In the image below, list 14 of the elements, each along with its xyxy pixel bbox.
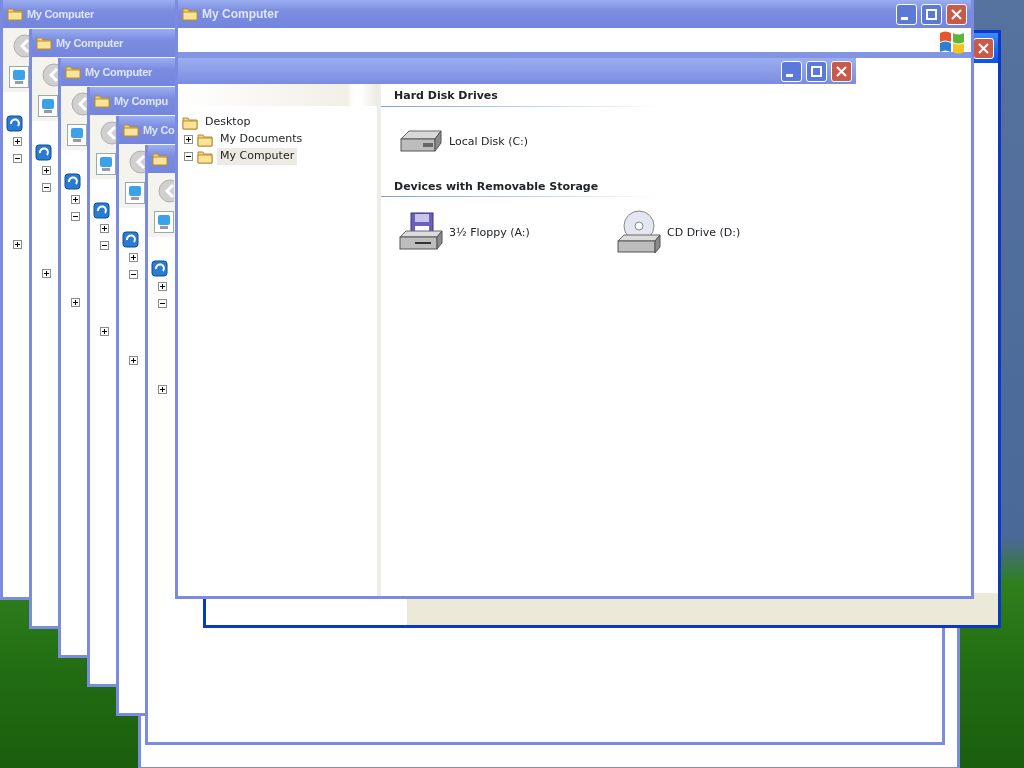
section-heading: Devices with Removable Storage [381,178,661,197]
tree-item[interactable]: My Documents [217,131,306,148]
window-title: My Computer [202,6,280,23]
window-title: My Computer [27,6,94,22]
window-title: My Computer [56,35,123,51]
window-title: My Computer [85,64,152,80]
tree-item[interactable]: My Computer [217,148,298,165]
drive-label[interactable]: Local Disk (C:) [449,134,529,151]
tree-item[interactable]: Desktop [202,114,254,131]
window-title: My Co [143,122,175,138]
drive-label[interactable]: 3½ Floppy (A:) [449,224,530,242]
drive-label[interactable]: CD Drive (D:) [667,224,741,242]
window-title: My Compu [114,93,168,109]
section-heading: Hard Disk Drives [381,88,661,107]
